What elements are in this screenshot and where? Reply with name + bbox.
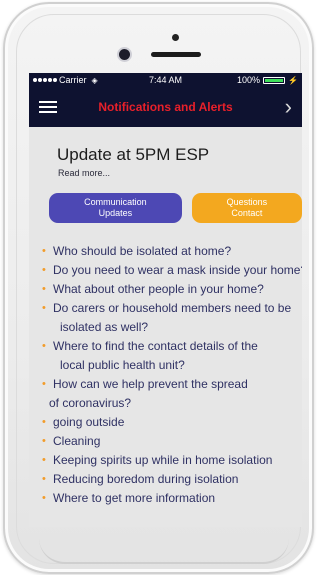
faq-item-carers-isolated[interactable]: • Do carers or household members need to… (42, 299, 302, 337)
main-content: Update at 5PM ESP Read more... Communica… (29, 127, 302, 508)
faq-item-reducing-boredom[interactable]: • Reducing boredom during isolation (42, 470, 302, 489)
bullet-icon: • (42, 454, 46, 466)
bullet-icon: • (42, 340, 46, 352)
phone-bottom-edge (39, 538, 289, 564)
update-heading: Update at 5PM ESP (57, 145, 210, 164)
faq-item-keeping-spirits-up[interactable]: • Keeping spirits up while in home isola… (42, 451, 302, 470)
questions-button-line2: Contact (231, 208, 263, 218)
faq-item-label: Do carers or household members need to b… (53, 301, 292, 315)
faq-list: • Who should be isolated at home? • Do y… (29, 242, 302, 508)
faq-item-other-people[interactable]: • What about other people in your home? (42, 280, 302, 299)
bullet-icon: • (42, 473, 46, 485)
front-camera-icon (119, 49, 130, 60)
faq-item-label: Keeping spirits up while in home isolati… (53, 453, 273, 467)
communication-button-line1: Communication (84, 197, 147, 207)
bullet-icon: • (42, 264, 46, 276)
bullet-icon: • (42, 302, 46, 314)
faq-item-label: Cleaning (53, 434, 101, 448)
communication-updates-button[interactable]: Communication Updates (49, 193, 182, 223)
phone-sensor-dot (172, 34, 179, 41)
faq-item-cleaning[interactable]: • Cleaning (42, 432, 302, 451)
questions-contact-button[interactable]: Questions Contact (191, 193, 302, 223)
bullet-icon: • (42, 245, 46, 257)
faq-item-wear-mask[interactable]: • Do you need to wear a mask inside your… (42, 261, 302, 280)
faq-item-label: Who should be isolated at home? (53, 244, 232, 258)
app-screen: Carrier ◈ 7:44 AM 100% ⚡ Notifications a… (29, 73, 302, 527)
faq-item-label: Reducing boredom during isolation (53, 472, 239, 486)
earpiece-speaker (151, 52, 201, 57)
faq-item-prevent-spread[interactable]: • How can we help prevent the spread of … (42, 375, 302, 413)
faq-item-label-continued: local public health unit? (60, 358, 185, 372)
questions-button-line1: Questions (226, 197, 268, 207)
bullet-icon: • (42, 378, 46, 390)
bullet-icon: • (42, 416, 46, 428)
status-bar: Carrier ◈ 7:44 AM 100% ⚡ (29, 73, 302, 87)
faq-item-label: What about other people in your home? (53, 282, 264, 296)
faq-item-label: Where to find the contact details of the (53, 339, 258, 353)
faq-item-label: Do you need to wear a mask inside your h… (53, 263, 302, 277)
faq-item-isolated-at-home[interactable]: • Who should be isolated at home? (42, 242, 302, 261)
nav-bar: Notifications and Alerts › (29, 87, 302, 127)
bullet-icon: • (42, 283, 46, 295)
faq-item-label: Where to get more information (53, 491, 216, 505)
read-more-link[interactable]: Read more... (29, 168, 302, 178)
faq-item-label-continued: isolated as well? (60, 320, 149, 334)
communication-button-line2: Updates (98, 208, 133, 218)
status-time: 7:44 AM (148, 75, 183, 85)
bullet-icon: • (42, 435, 46, 447)
bullet-icon: • (42, 492, 46, 504)
faq-item-more-information[interactable]: • Where to get more information (42, 489, 302, 508)
faq-item-going-outside[interactable]: • going outside (42, 413, 302, 432)
faq-item-public-health-unit[interactable]: • Where to find the contact details of t… (42, 337, 302, 375)
faq-item-label-continued: of coronavirus? (49, 396, 132, 410)
page-title: Notifications and Alerts (98, 100, 233, 114)
faq-item-label: going outside (53, 415, 125, 429)
action-buttons: Communication Updates Questions Contact (29, 193, 302, 223)
faq-item-label: How can we help prevent the spread (53, 377, 248, 391)
